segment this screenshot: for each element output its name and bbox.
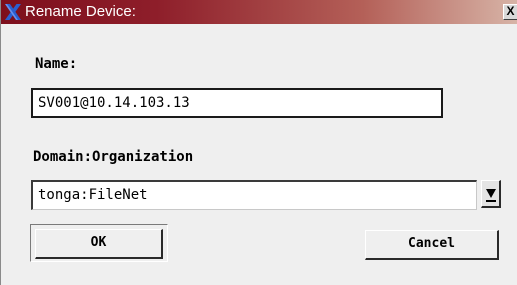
close-button[interactable]: X <box>503 4 517 20</box>
title-bar[interactable]: Rename Device: X <box>1 0 517 24</box>
window-title: Rename Device: <box>25 3 136 20</box>
chevron-down-icon <box>486 189 496 198</box>
name-label: Name: <box>35 56 78 72</box>
rename-device-dialog: Rename Device: X Name: SV001@10.14.103.1… <box>0 0 517 285</box>
ok-button[interactable]: OK <box>35 229 163 259</box>
cancel-button[interactable]: Cancel <box>365 230 499 260</box>
domain-organization-label: Domain:Organization <box>33 149 194 165</box>
close-icon: X <box>506 4 515 18</box>
x-logo-icon <box>5 4 21 20</box>
name-input[interactable]: SV001@10.14.103.13 <box>31 88 443 118</box>
dropdown-bar-icon <box>486 200 496 202</box>
domain-dropdown-button[interactable] <box>481 180 501 208</box>
domain-organization-input[interactable]: tonga:FileNet <box>31 180 477 210</box>
